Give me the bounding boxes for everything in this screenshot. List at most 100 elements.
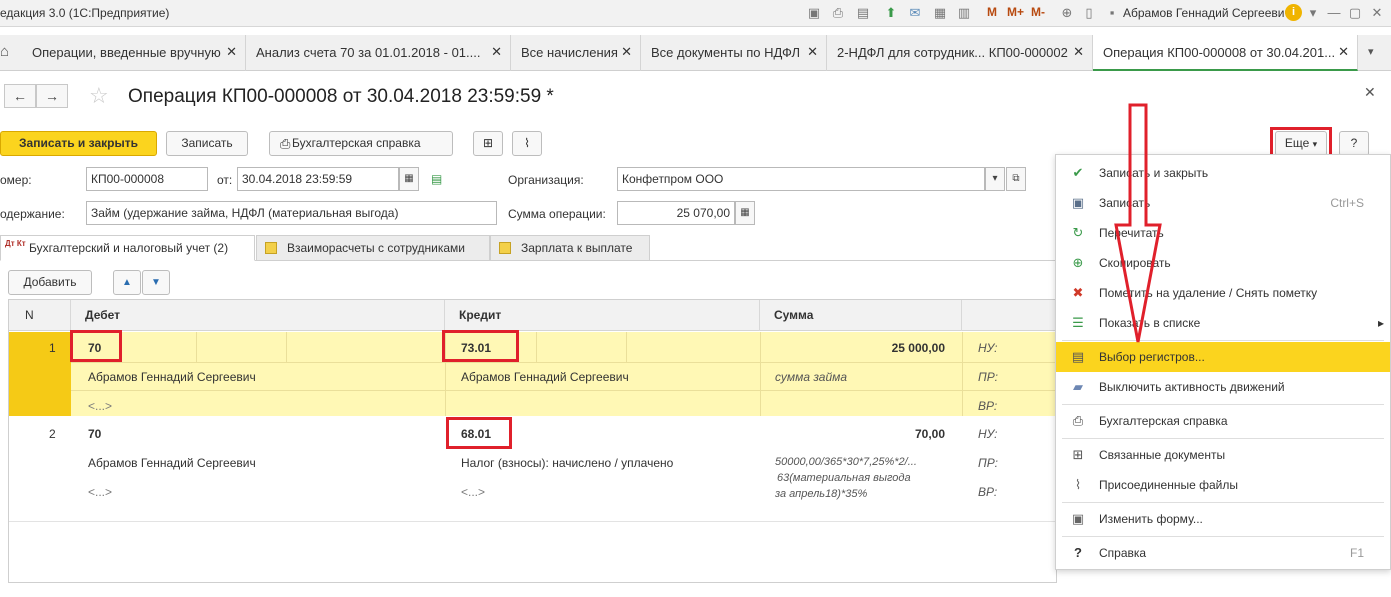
minimize-icon[interactable]: — <box>1326 5 1342 21</box>
column-credit[interactable]: Кредит <box>445 300 760 331</box>
column-sum[interactable]: Сумма <box>760 300 962 331</box>
date-field[interactable]: 30.04.2018 23:59:59 <box>237 167 399 191</box>
close-tab-icon[interactable]: ✕ <box>226 44 237 60</box>
paperclip-icon: ⌇ <box>1074 477 1082 492</box>
accounting-report-button[interactable]: ⎙ Бухгалтерская справка <box>269 131 453 156</box>
credit-subconto[interactable]: Налог (взносы): начислено / уплачено <box>461 456 673 470</box>
maximize-icon[interactable]: ▢ <box>1347 5 1363 21</box>
menu-item-label: Бухгалтерская справка <box>1099 414 1228 428</box>
cell-divider <box>760 332 761 416</box>
close-tab-icon[interactable]: ✕ <box>1338 44 1349 60</box>
document-icon <box>499 242 511 254</box>
credit-subconto[interactable]: Абрамов Геннадий Сергеевич <box>461 370 629 384</box>
menu-item-save[interactable]: ▣ Записать Ctrl+S <box>1056 188 1390 218</box>
debit-subconto-2[interactable]: <...> <box>88 399 112 413</box>
tab-ndfl-documents[interactable]: Все документы по НДФЛ ✕ <box>641 35 827 71</box>
print-icon[interactable]: ⎙ <box>830 5 846 21</box>
credit-subconto-2[interactable]: <...> <box>461 485 485 499</box>
sum-field[interactable]: 25 070,00 <box>617 201 735 225</box>
zoom-icon[interactable]: ⊕ <box>1059 5 1075 21</box>
sum-value[interactable]: 70,00 <box>809 427 945 441</box>
debit-account[interactable]: 70 <box>88 427 101 441</box>
close-tab-icon[interactable]: ✕ <box>491 44 502 60</box>
menu-item-linked-docs[interactable]: ⊞ Связанные документы <box>1056 440 1390 470</box>
post-status-icon[interactable]: ▤ <box>431 172 447 186</box>
tab-salary-payout[interactable]: Зарплата к выплате <box>490 235 650 261</box>
move-up-icon[interactable]: ▲ <box>113 270 141 295</box>
save-button[interactable]: Записать <box>166 131 248 156</box>
vr-label: ВР: <box>978 485 998 499</box>
close-tab-icon[interactable]: ✕ <box>621 44 632 60</box>
content-field[interactable]: Займ (удержание займа, НДФЛ (материальна… <box>86 201 497 225</box>
menu-item-copy[interactable]: ⊕ Скопировать <box>1056 248 1390 278</box>
tab-operation-active[interactable]: Операция КП00-000008 от 30.04.201... ✕ <box>1093 35 1358 71</box>
close-tab-icon[interactable]: ✕ <box>807 44 818 60</box>
pr-label: ПР: <box>978 456 998 470</box>
favorite-star-icon[interactable]: ☆ <box>89 84 109 108</box>
tab-accounting[interactable]: Дт Кт Бухгалтерский и налоговый учет (2) <box>0 235 255 261</box>
memory-mplus-button[interactable]: M+ <box>1007 5 1024 19</box>
tabs-more-icon[interactable]: ▾ <box>1368 45 1374 58</box>
memory-m-button[interactable]: M <box>987 5 997 19</box>
sum-comment[interactable]: 50000,00/365*30*7,25%*2/... <box>775 456 917 468</box>
more-button[interactable]: Еще ▾ <box>1275 131 1327 156</box>
panel-icon[interactable]: ▯ <box>1081 5 1097 21</box>
add-row-button[interactable]: Добавить <box>8 270 92 295</box>
menu-item-save-close[interactable]: ✔ Записать и закрыть <box>1056 158 1390 188</box>
info-icon[interactable]: i <box>1285 4 1302 21</box>
save-close-button[interactable]: Записать и закрыть <box>0 131 157 156</box>
save-icon[interactable]: ▣ <box>806 5 822 21</box>
close-tab-icon[interactable]: ✕ <box>1073 44 1084 60</box>
column-n[interactable]: N <box>9 300 71 331</box>
help-button[interactable]: ? <box>1339 131 1369 156</box>
open-icon[interactable]: ⧉ <box>1006 167 1026 191</box>
close-window-icon[interactable]: ✕ <box>1369 5 1385 21</box>
home-icon[interactable]: ⌂ <box>0 43 16 61</box>
menu-item-help[interactable]: ? Справка F1 <box>1056 538 1390 568</box>
tab-employee-settlements[interactable]: Взаиморасчеты с сотрудниками <box>256 235 490 261</box>
number-field[interactable]: КП00-000008 <box>86 167 208 191</box>
calendar-icon[interactable]: ▦ <box>399 167 419 191</box>
debit-subconto[interactable]: Абрамов Геннадий Сергеевич <box>88 456 256 470</box>
close-form-icon[interactable]: ✕ <box>1364 84 1376 101</box>
organization-field[interactable]: Конфетпром ООО <box>617 167 985 191</box>
structure-icon[interactable]: ⊞ <box>473 131 503 156</box>
link-icon[interactable]: ⬆ <box>883 5 899 21</box>
sum-value[interactable]: 25 000,00 <box>809 341 945 355</box>
tab-label: Операция КП00-000008 от 30.04.201... <box>1103 45 1336 60</box>
calendar-icon[interactable]: ▥ <box>956 5 972 21</box>
menu-item-reread[interactable]: ↻ Перечитать <box>1056 218 1390 248</box>
delete-mark-icon: ✖ <box>1072 285 1084 300</box>
chevron-down-icon[interactable]: ▾ <box>1305 5 1321 21</box>
move-down-icon[interactable]: ▼ <box>142 270 170 295</box>
paperclip-icon[interactable]: ⌇ <box>512 131 542 156</box>
menu-item-mark-delete[interactable]: ✖ Пометить на удаление / Снять пометку <box>1056 278 1390 308</box>
debit-subconto-2[interactable]: <...> <box>88 485 112 499</box>
menu-item-change-form[interactable]: ▣ Изменить форму... <box>1056 504 1390 534</box>
menu-item-deactivate-movements[interactable]: ▰ Выключить активность движений <box>1056 372 1390 402</box>
tab-manual-operations[interactable]: Операции, введенные вручную ✕ <box>22 35 246 71</box>
more-actions-menu: ✔ Записать и закрыть ▣ Записать Ctrl+S ↻… <box>1055 154 1391 570</box>
back-button[interactable]: ← <box>4 84 36 108</box>
current-user[interactable]: Абрамов Геннадий Сергеевич <box>1123 6 1291 20</box>
debit-subconto[interactable]: Абрамов Геннадий Сергеевич <box>88 370 256 384</box>
preview-icon[interactable]: ▤ <box>855 5 871 21</box>
mail-icon[interactable]: ✉ <box>907 5 923 21</box>
menu-item-select-registers[interactable]: ▤ Выбор регистров... <box>1056 342 1390 372</box>
cell-divider <box>286 332 287 362</box>
tab-2ndfl[interactable]: 2-НДФЛ для сотрудник... КП00-000002 ✕ <box>827 35 1093 71</box>
sum-comment[interactable]: сумма займа <box>775 370 847 384</box>
column-debit[interactable]: Дебет <box>71 300 445 331</box>
help-icon: ? <box>1074 545 1082 560</box>
chevron-down-icon[interactable]: ▾ <box>985 167 1005 191</box>
credit-highlight-annotation-2 <box>446 417 512 449</box>
menu-item-show-in-list[interactable]: ☰ Показать в списке ▸ <box>1056 308 1390 338</box>
tab-all-accruals[interactable]: Все начисления ✕ <box>511 35 641 71</box>
forward-button[interactable]: → <box>36 84 68 108</box>
calculator-icon[interactable]: ▦ <box>735 201 755 225</box>
menu-item-attached-files[interactable]: ⌇ Присоединенные файлы <box>1056 470 1390 500</box>
menu-item-accounting-report[interactable]: ⎙ Бухгалтерская справка <box>1056 406 1390 436</box>
tab-account-analysis[interactable]: Анализ счета 70 за 01.01.2018 - 01.... ✕ <box>246 35 511 71</box>
memory-mminus-button[interactable]: M- <box>1031 5 1045 19</box>
calc-icon[interactable]: ▦ <box>932 5 948 21</box>
